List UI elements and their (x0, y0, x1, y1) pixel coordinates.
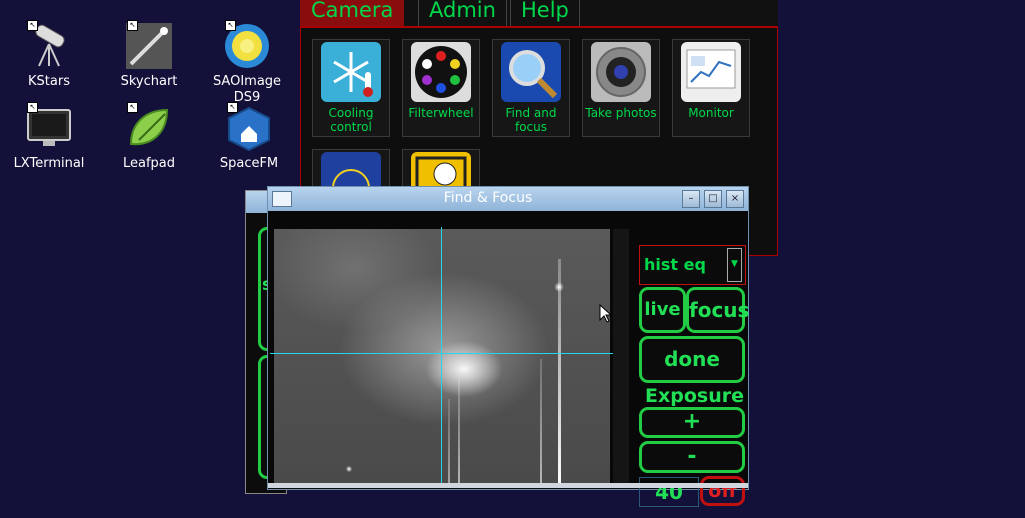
star-streak (458, 379, 460, 485)
camera-lens-icon (591, 42, 651, 102)
maximize-button[interactable]: □ (704, 190, 722, 208)
app-button-label: Cooling control (328, 106, 374, 134)
close-button[interactable]: × (726, 190, 744, 208)
exposure-increase-button[interactable]: + (639, 407, 745, 438)
focus-button[interactable]: focus (686, 287, 749, 333)
menu-tab-help[interactable]: Help (510, 0, 580, 27)
desktop-icon-leafpad[interactable]: ↖ Leafpad (104, 102, 194, 172)
app-button-filterwheel[interactable]: Filterwheel (402, 39, 480, 137)
desktop-icon-label: SAOImage DS9 (212, 74, 282, 105)
star-streak (540, 359, 542, 485)
exposure-label: Exposure (645, 385, 744, 407)
stretch-select-value: hist eq (644, 255, 706, 274)
horizontal-scrollbar[interactable] (268, 483, 748, 488)
app-button-label: Find and focus (505, 106, 557, 134)
desktop-icon-kstars[interactable]: ↖ KStars (4, 20, 94, 90)
desktop-icon-saoimage-ds9[interactable]: ↖ SAOImage DS9 (202, 20, 292, 106)
leaf-pen-icon: ↖ (125, 102, 173, 152)
magnifier-icon (501, 42, 561, 102)
desktop-icon-label: Leafpad (122, 156, 176, 171)
telescope-icon: ↖ (25, 20, 73, 70)
monitor-icon: ↖ (25, 102, 73, 152)
live-button[interactable]: live (639, 287, 686, 333)
star-streak (448, 399, 450, 485)
app-button-label: Monitor (688, 106, 734, 120)
crosshair-vertical (441, 227, 442, 485)
exposure-value-field[interactable]: 40 (639, 477, 699, 507)
crosshair-horizontal (270, 353, 624, 354)
filter-wheel-icon (411, 42, 471, 102)
desktop-icon-label: LXTerminal (13, 156, 85, 171)
snowflake-thermometer-icon (321, 42, 381, 102)
desktop-icon-label: Skychart (120, 74, 178, 89)
sky-image-canvas[interactable] (270, 227, 624, 485)
app-button-label: Take photos (585, 106, 657, 120)
window-title: Find & Focus (443, 190, 533, 206)
done-button[interactable]: done (639, 336, 745, 383)
desktop-icon-label: KStars (28, 74, 70, 89)
app-button-take-photos[interactable]: Take photos (582, 39, 660, 137)
home-cube-icon: ↖ (225, 102, 273, 152)
chevron-down-icon[interactable]: ▼ (727, 248, 742, 282)
desktop-icon-label: SpaceFM (219, 156, 279, 171)
find-focus-body: hist eq ▼ live focus done Exposure + - 4… (268, 211, 749, 507)
menu-tab-admin[interactable]: Admin (418, 0, 507, 27)
desktop-icon-skychart[interactable]: ↖ Skychart (104, 20, 194, 90)
desktop-icon-spacefm[interactable]: ↖ SpaceFM (204, 102, 294, 172)
menu-tab-camera[interactable]: Camera (300, 0, 405, 27)
find-focus-window: Find & Focus – □ × hist eq ▼ live focus … (267, 186, 749, 507)
desktop-icon-lxterminal[interactable]: ↖ LXTerminal (4, 102, 94, 172)
stretch-select[interactable]: hist eq ▼ (639, 245, 746, 285)
chart-monitor-icon (681, 42, 741, 102)
sun-icon: ↖ (223, 20, 271, 70)
star-streak (558, 259, 561, 485)
mouse-cursor-icon (599, 304, 613, 323)
app-button-find-and-focus[interactable]: Find and focus (492, 39, 570, 137)
comet-icon: ↖ (125, 20, 173, 70)
menu-bar: Camera Admin Help (300, 0, 778, 27)
off-button[interactable]: off (700, 476, 745, 506)
app-button-label: Filterwheel (408, 106, 474, 120)
find-focus-titlebar[interactable]: Find & Focus – □ × (268, 187, 748, 211)
minimize-button[interactable]: – (682, 190, 700, 208)
image-scrollbar[interactable] (613, 229, 629, 485)
app-button-monitor[interactable]: Monitor (672, 39, 750, 137)
app-button-cooling-control[interactable]: Cooling control (312, 39, 390, 137)
exposure-decrease-button[interactable]: - (639, 441, 745, 473)
